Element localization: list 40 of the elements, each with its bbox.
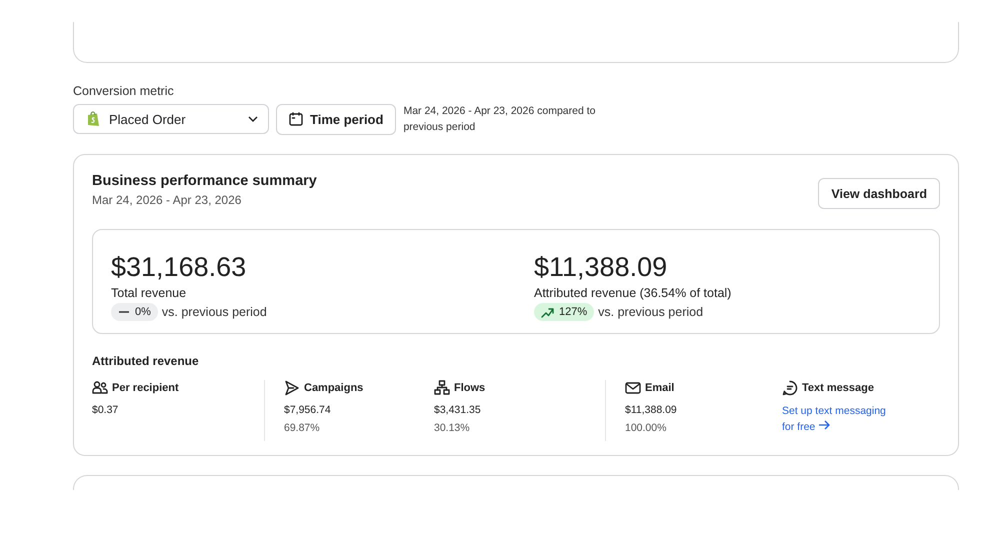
stat-value: $11,388.09 <box>625 404 678 416</box>
mail-icon <box>625 380 641 396</box>
stat-share: 100.00% <box>625 422 668 434</box>
field-label: Conversion metric <box>73 84 175 98</box>
flow-icon <box>434 380 450 396</box>
stat-label: Campaigns <box>304 382 364 394</box>
kpi-label: Total revenue <box>111 286 188 300</box>
chevron-down-icon <box>248 116 258 122</box>
kpi-value: $11,388.09 <box>534 251 668 283</box>
select-value: Placed Order <box>109 112 187 126</box>
stat-label: Text message <box>802 382 874 394</box>
change-badge: 127% <box>534 303 594 321</box>
date-range: Mar 24, 2026 - Apr 23, 2026 <box>92 193 242 207</box>
period-text: Mar 24, 2026 - Apr 23, 2026 compared to previous period <box>403 104 596 135</box>
stat-label: Per recipient <box>112 382 179 394</box>
stat-share: 69.87% <box>284 422 321 434</box>
setup-link[interactable]: Set up text messaging for free <box>782 403 900 435</box>
kpi-label: Attributed revenue (36.54% of total) <box>534 286 732 300</box>
kpi-value: $31,168.63 <box>111 251 248 283</box>
send-icon <box>284 380 300 396</box>
stat-label: Email <box>645 382 674 394</box>
stat-value: $3,431.35 <box>434 404 482 416</box>
time-period-button[interactable]: Time period <box>276 104 396 134</box>
comparison-text: vs. previous period <box>162 305 267 319</box>
calendar-icon <box>289 112 303 126</box>
section-title: Attributed revenue <box>92 354 200 368</box>
people-icon <box>92 380 108 396</box>
stat-value: $7,956.74 <box>284 404 332 416</box>
arrow-right-icon <box>818 420 830 430</box>
stat-label: Flows <box>454 382 486 394</box>
shopping-bag-icon <box>86 111 100 127</box>
stat-share: 30.13% <box>434 422 471 434</box>
dash-icon <box>118 310 130 314</box>
view-dashboard-button[interactable]: View dashboard <box>818 178 940 209</box>
card-title: Business performance summary <box>92 173 317 189</box>
change-badge: 0% <box>111 303 158 321</box>
trend-up-icon <box>541 306 554 318</box>
comparison-text: vs. previous period <box>598 305 704 319</box>
stat-value: $0.37 <box>92 404 120 416</box>
metric-select[interactable]: Placed Order <box>73 104 269 134</box>
